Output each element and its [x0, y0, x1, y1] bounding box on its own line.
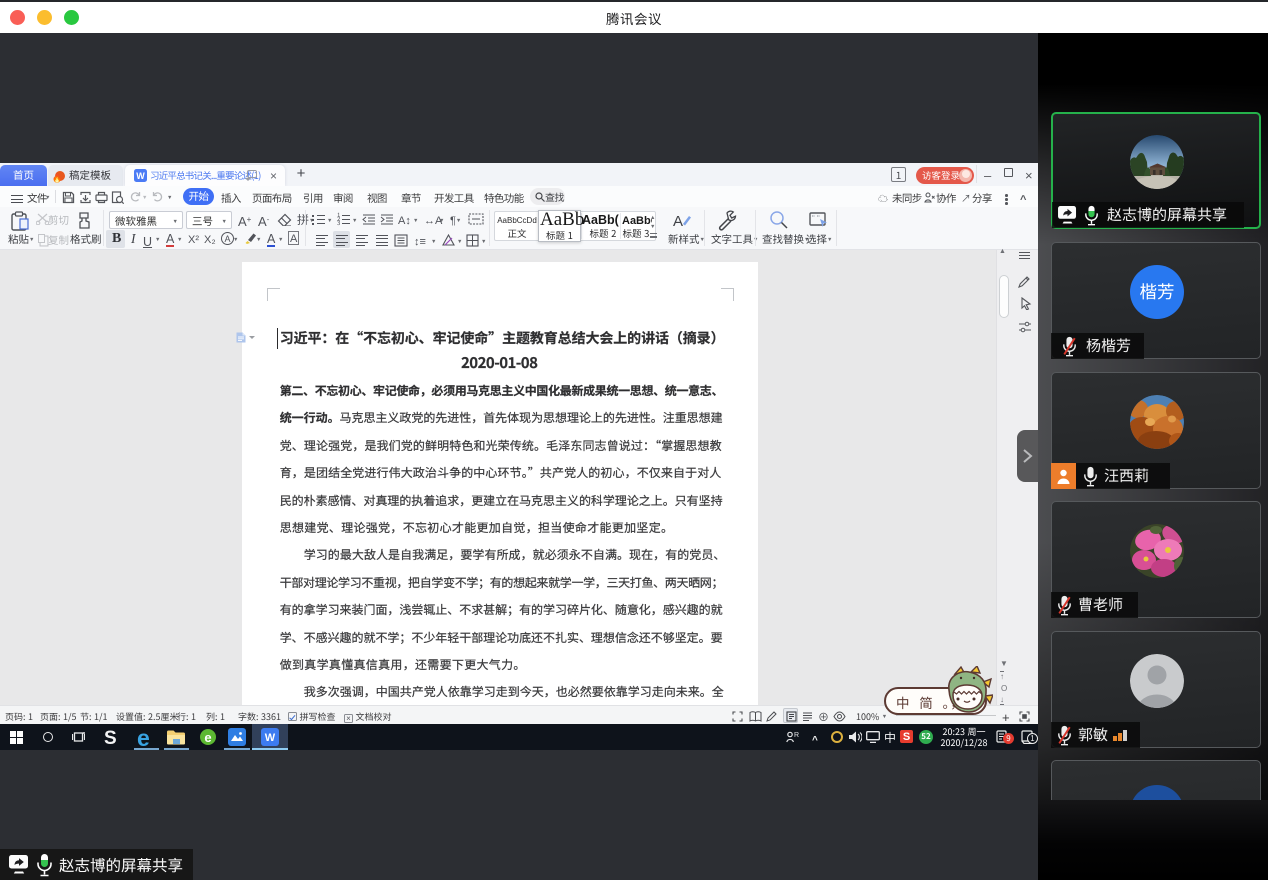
svg-text:R: R — [794, 732, 799, 739]
svg-text:A: A — [673, 213, 683, 230]
